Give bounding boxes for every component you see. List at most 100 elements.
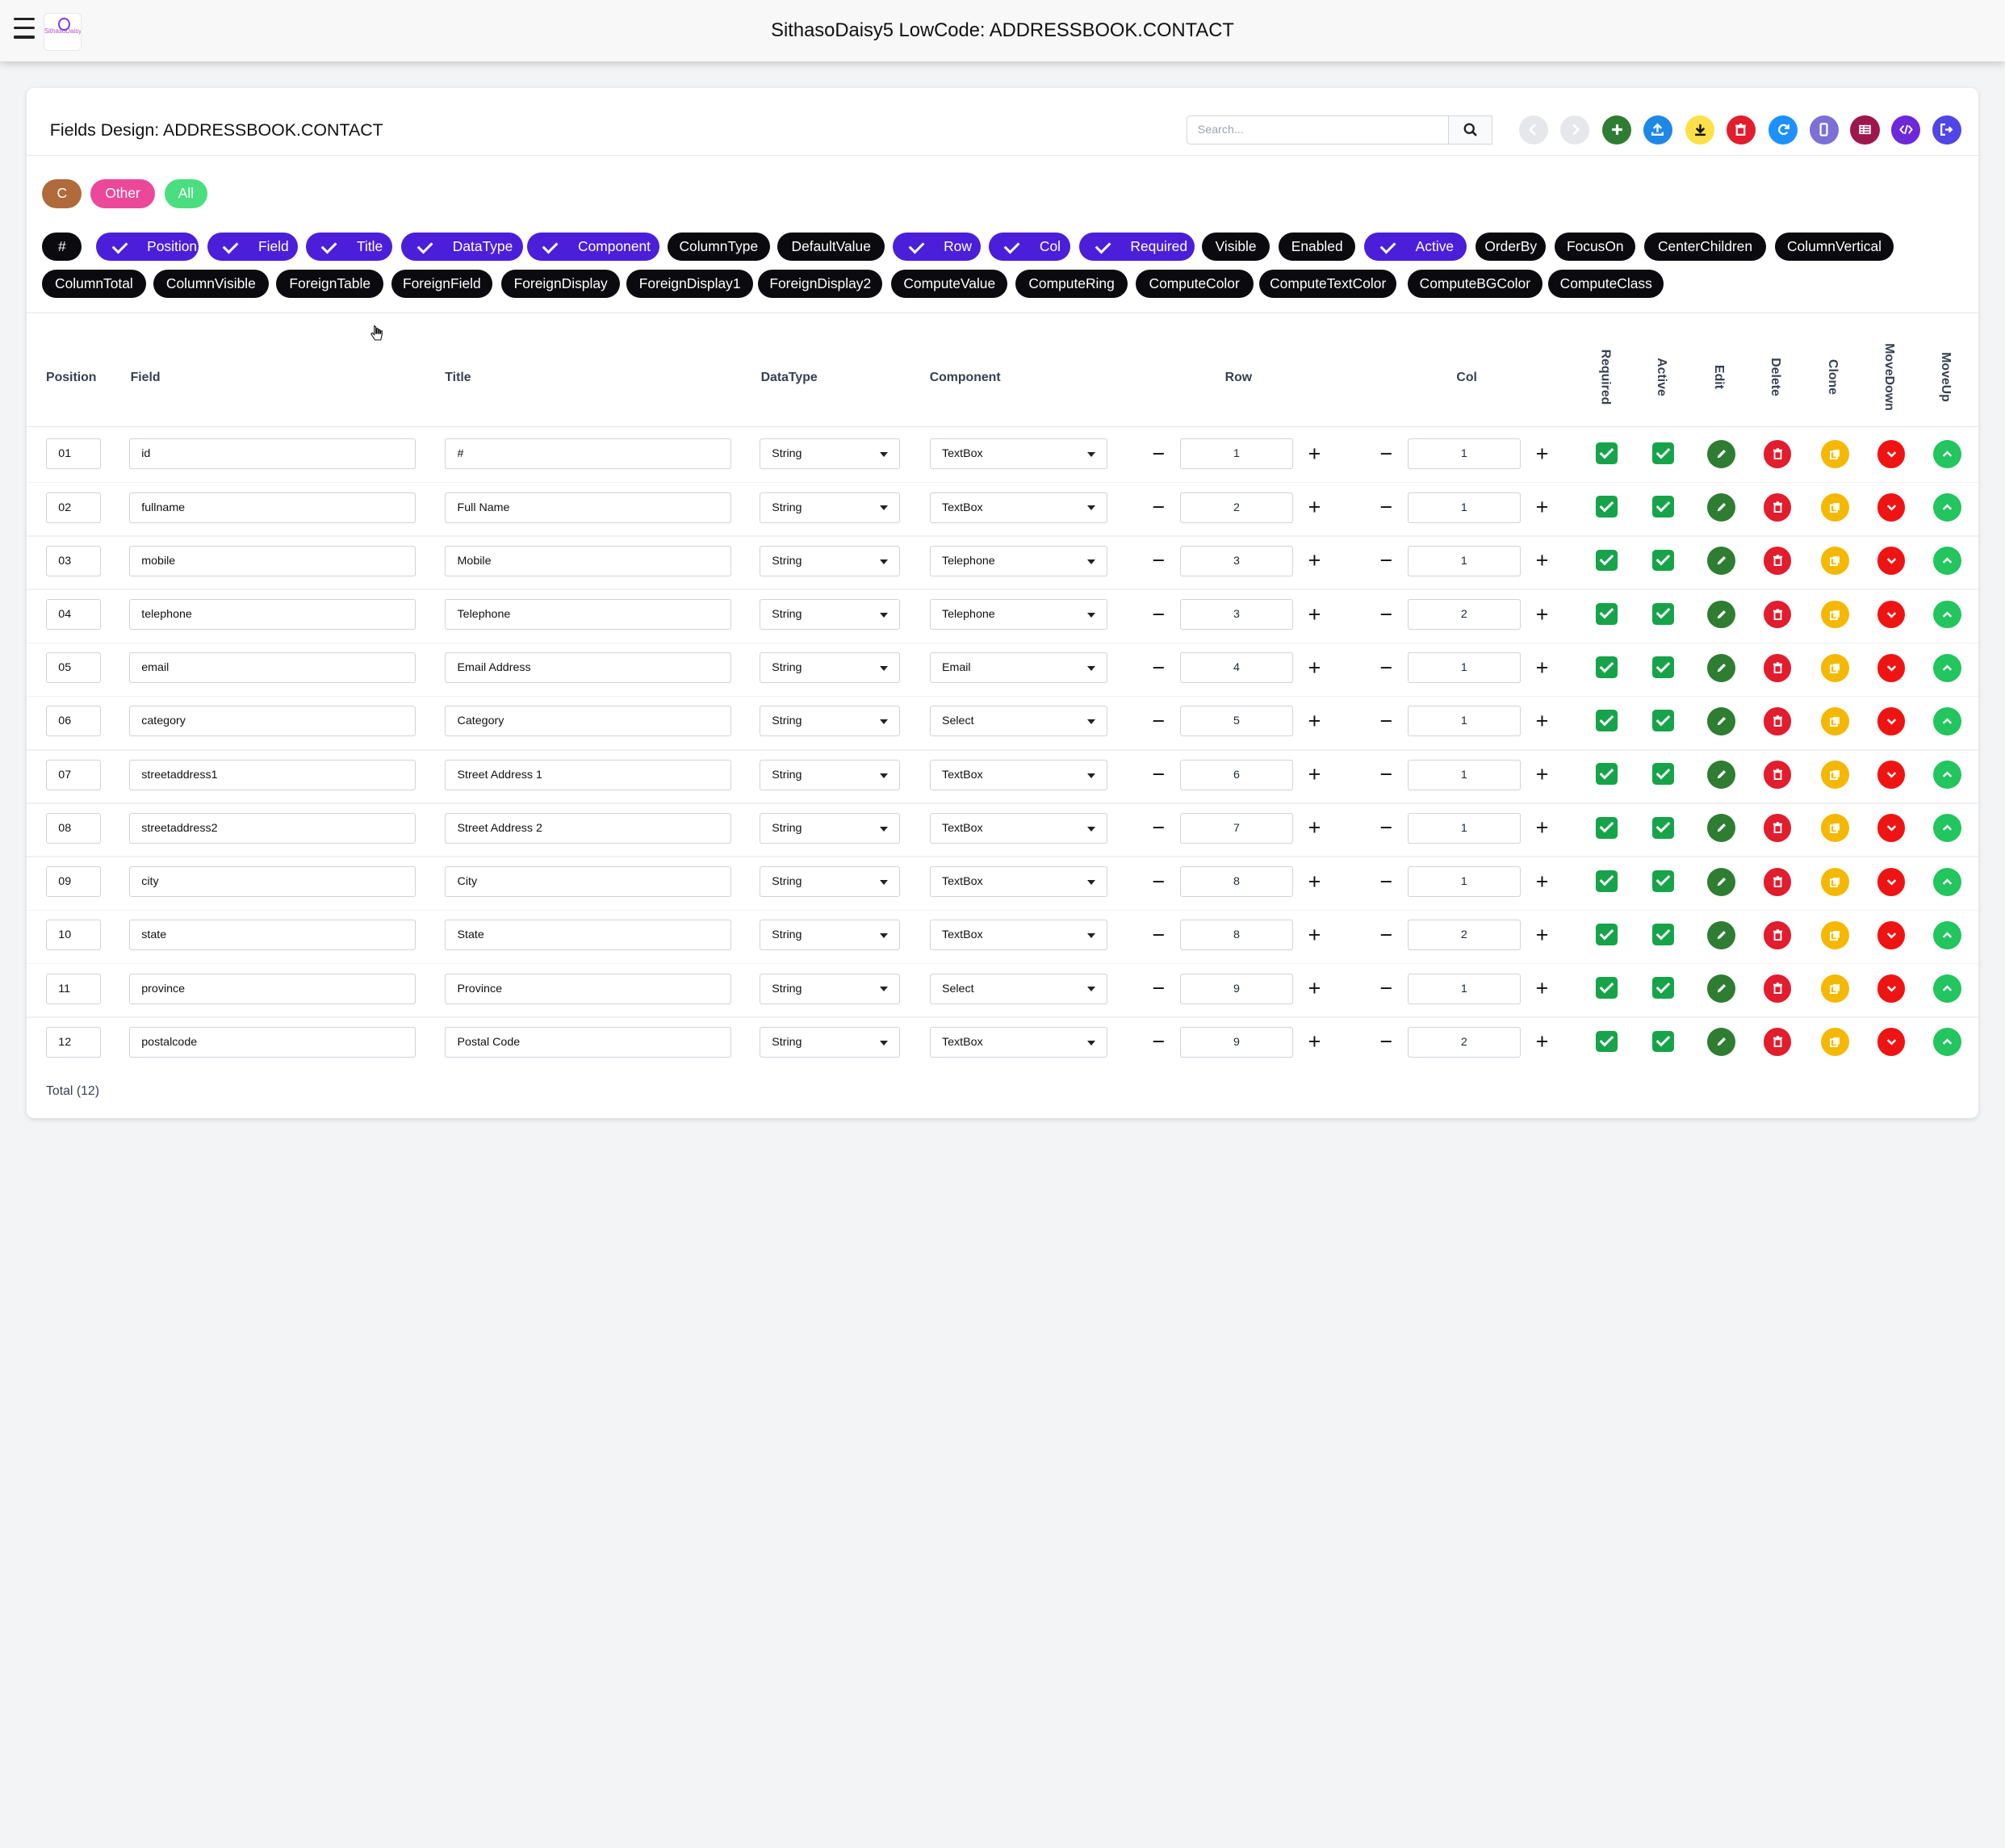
moveup-button[interactable]: [1933, 493, 1962, 522]
required-checkbox[interactable]: [1596, 602, 1618, 625]
field-name-input[interactable]: state: [129, 920, 416, 951]
movedown-button[interactable]: [1877, 1028, 1906, 1057]
title-input[interactable]: Postal Code: [445, 1026, 732, 1058]
field-name-input[interactable]: email: [129, 652, 416, 684]
component-select[interactable]: TextBox: [929, 492, 1107, 523]
clone-button[interactable]: [1820, 439, 1849, 468]
position-field[interactable]: 09: [46, 866, 102, 898]
required-checkbox[interactable]: [1596, 1030, 1618, 1053]
datatype-select[interactable]: String: [760, 920, 901, 951]
datatype-select[interactable]: String: [760, 759, 901, 790]
col-value[interactable]: 1: [1408, 652, 1521, 684]
column-toggle-computecolor[interactable]: ComputeColor: [1135, 270, 1254, 299]
edit-button[interactable]: [1706, 547, 1735, 576]
required-checkbox[interactable]: [1596, 442, 1618, 465]
col-decrement-button[interactable]: −: [1367, 438, 1406, 469]
header-row[interactable]: Row: [1225, 371, 1252, 385]
row-value[interactable]: 8: [1180, 920, 1293, 951]
row-value[interactable]: 4: [1180, 652, 1293, 684]
row-value[interactable]: 3: [1180, 545, 1293, 576]
header-clone[interactable]: Clone: [1813, 339, 1852, 416]
datatype-select[interactable]: String: [760, 973, 901, 1004]
column-toggle-computebgcolor[interactable]: ComputeBGColor: [1408, 270, 1542, 299]
clone-button[interactable]: [1820, 707, 1849, 735]
row-increment-button[interactable]: +: [1296, 438, 1334, 469]
movedown-button[interactable]: [1877, 707, 1906, 735]
column-toggle-enabled[interactable]: Enabled: [1279, 233, 1356, 262]
title-input[interactable]: Street Address 1: [445, 759, 732, 790]
column-toggle-columnvisible[interactable]: ColumnVisible: [153, 270, 269, 299]
component-select[interactable]: Select: [929, 973, 1107, 1004]
row-decrement-button[interactable]: −: [1140, 706, 1178, 736]
required-checkbox[interactable]: [1596, 710, 1618, 732]
movedown-button[interactable]: [1877, 920, 1906, 949]
row-value[interactable]: 2: [1180, 492, 1293, 523]
column-toggle-foreigndisplay[interactable]: ForeignDisplay: [501, 270, 621, 299]
position-field[interactable]: 07: [46, 759, 102, 790]
header-movedown[interactable]: MoveDown: [1869, 339, 1908, 416]
position-field[interactable]: 11: [46, 973, 102, 1004]
movedown-button[interactable]: [1877, 600, 1906, 629]
column-toggle-title[interactable]: Title: [305, 233, 393, 262]
col-value[interactable]: 1: [1408, 866, 1521, 898]
row-increment-button[interactable]: +: [1296, 546, 1334, 576]
column-toggle-focuson[interactable]: FocusOn: [1555, 233, 1636, 262]
title-input[interactable]: State: [445, 920, 732, 951]
col-value[interactable]: 1: [1408, 438, 1521, 470]
component-select[interactable]: TextBox: [929, 866, 1107, 898]
title-input[interactable]: Province: [445, 973, 732, 1004]
column-toggle-orderby[interactable]: OrderBy: [1475, 233, 1547, 262]
col-increment-button[interactable]: +: [1523, 652, 1562, 683]
datatype-select[interactable]: String: [760, 706, 901, 737]
required-checkbox[interactable]: [1596, 549, 1618, 572]
col-decrement-button[interactable]: −: [1367, 920, 1406, 950]
col-increment-button[interactable]: +: [1523, 760, 1562, 790]
edit-button[interactable]: [1706, 920, 1735, 949]
col-value[interactable]: 1: [1408, 973, 1521, 1004]
col-increment-button[interactable]: +: [1523, 920, 1562, 950]
col-decrement-button[interactable]: −: [1367, 760, 1406, 790]
datatype-select[interactable]: String: [760, 866, 901, 898]
header-field[interactable]: Field: [131, 371, 161, 385]
position-field[interactable]: 12: [46, 1026, 102, 1058]
moveup-button[interactable]: [1933, 439, 1962, 468]
col-increment-button[interactable]: +: [1523, 546, 1562, 576]
active-checkbox[interactable]: [1651, 549, 1674, 572]
column-toggle-computetextcolor[interactable]: ComputeTextColor: [1259, 270, 1396, 299]
edit-button[interactable]: [1706, 653, 1735, 682]
title-input[interactable]: #: [445, 438, 732, 470]
movedown-button[interactable]: [1877, 653, 1906, 682]
clone-button[interactable]: [1820, 867, 1849, 896]
col-value[interactable]: 1: [1408, 759, 1521, 790]
title-input[interactable]: Telephone: [445, 599, 732, 631]
row-decrement-button[interactable]: −: [1140, 866, 1178, 897]
movedown-button[interactable]: [1877, 547, 1906, 576]
active-checkbox[interactable]: [1651, 602, 1674, 625]
column-toggle-number[interactable]: #: [42, 233, 82, 262]
delete-button[interactable]: [1763, 1028, 1792, 1057]
row-value[interactable]: 6: [1180, 759, 1293, 790]
column-toggle-columnvertical[interactable]: ColumnVertical: [1774, 233, 1894, 262]
datatype-select[interactable]: String: [760, 1026, 901, 1058]
moveup-button[interactable]: [1933, 867, 1962, 896]
delete-button[interactable]: [1763, 653, 1792, 682]
component-select[interactable]: Telephone: [929, 545, 1107, 576]
header-moveup[interactable]: MoveUp: [1926, 339, 1965, 416]
mobile-preview-button[interactable]: [1809, 115, 1840, 145]
header-datatype[interactable]: DataType: [761, 371, 818, 385]
edit-button[interactable]: [1706, 867, 1735, 896]
row-decrement-button[interactable]: −: [1140, 438, 1178, 469]
filter-chip-c[interactable]: C: [42, 178, 82, 209]
row-decrement-button[interactable]: −: [1140, 492, 1178, 523]
col-value[interactable]: 2: [1408, 920, 1521, 951]
moveup-button[interactable]: [1933, 814, 1962, 843]
search-input[interactable]: [1187, 115, 1449, 145]
field-name-input[interactable]: mobile: [129, 545, 416, 576]
add-button[interactable]: [1602, 115, 1632, 145]
position-field[interactable]: 06: [46, 706, 102, 737]
header-required[interactable]: Required: [1585, 339, 1624, 416]
edit-button[interactable]: [1706, 493, 1735, 522]
movedown-button[interactable]: [1877, 493, 1906, 522]
col-increment-button[interactable]: +: [1523, 706, 1562, 736]
active-checkbox[interactable]: [1651, 977, 1674, 999]
